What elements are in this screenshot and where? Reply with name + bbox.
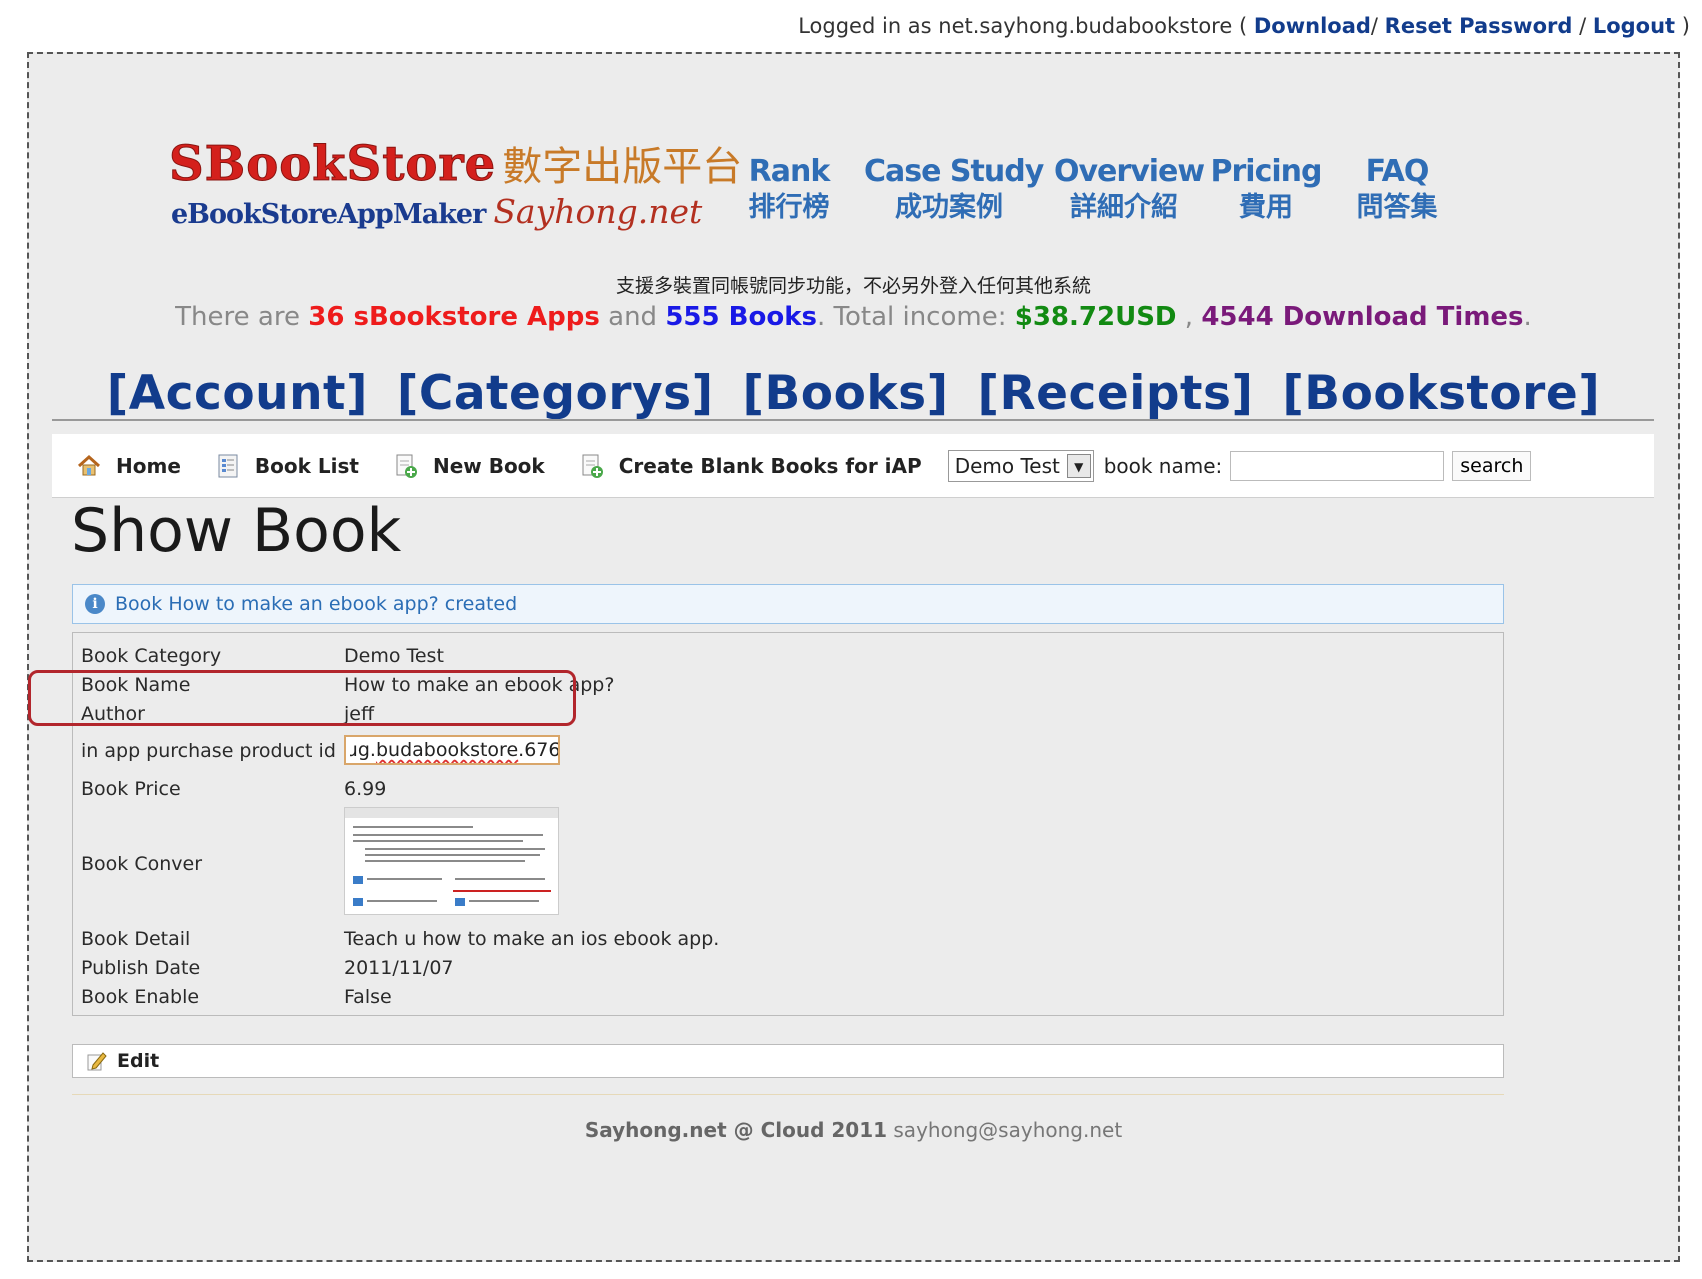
category-selected: Demo Test: [954, 453, 1060, 478]
create-blank-link[interactable]: Create Blank Books for iAP: [579, 453, 922, 479]
nav-faq-label-zh: 問答集: [1356, 192, 1438, 223]
menu-divider: [52, 419, 1654, 421]
nav-pricing-label: Pricing: [1210, 154, 1323, 189]
book-toolbar: Home Book List New Book Create Blank Boo…: [52, 434, 1654, 498]
detail-label: Book Price: [81, 778, 181, 800]
logo-domain: Sayhong.net: [493, 192, 703, 231]
paren-open: (: [1238, 14, 1248, 38]
menu-account[interactable]: [Account]: [107, 366, 368, 421]
logout-link[interactable]: Logout: [1593, 14, 1675, 38]
download-link[interactable]: Download: [1254, 14, 1371, 38]
logo-subtitle: eBookStoreAppMaker: [171, 199, 486, 230]
stats-income-label: . Total income:: [816, 302, 1007, 332]
logo-title-zh: 數字出版平台: [502, 144, 743, 190]
site-logo[interactable]: SBookStore 數字出版平台 eBookStoreAppMaker Sayho…: [168, 134, 789, 234]
iap-id-prefix: ɹg.: [350, 739, 376, 761]
home-label: Home: [116, 453, 181, 478]
home-link[interactable]: Home: [76, 453, 181, 479]
slash-sep: /: [1370, 14, 1378, 38]
detail-value: 2011/11/07: [344, 957, 454, 979]
nav-rank[interactable]: Rank 排行榜: [734, 154, 844, 226]
info-icon: i: [85, 594, 105, 614]
login-bar: Logged in as net.sayhong.budabookstore (…: [798, 14, 1690, 38]
footer-brand: Sayhong.net @ Cloud 2011: [584, 1118, 888, 1142]
nav-faq[interactable]: FAQ 問答集: [1347, 154, 1447, 226]
main-menu: [Account] [Categorys] [Books] [Receipts]…: [29, 366, 1678, 421]
nav-overview-label-zh: 詳細介紹: [1070, 192, 1178, 223]
edit-label: Edit: [117, 1050, 160, 1072]
detail-label: Book Category: [81, 645, 222, 667]
nav-pricing[interactable]: Pricing 費用: [1206, 154, 1326, 226]
nav-pricing-label-zh: 費用: [1239, 192, 1293, 223]
dropdown-arrow-icon: ▼: [1066, 453, 1091, 478]
book-list-link[interactable]: Book List: [215, 453, 359, 479]
create-blank-icon: [579, 453, 605, 479]
nav-case-study-label: Case Study: [864, 154, 1044, 189]
stats-income: $38.72USD: [1014, 302, 1177, 332]
search-button[interactable]: search: [1452, 450, 1532, 481]
menu-receipts[interactable]: [Receipts]: [977, 366, 1253, 421]
footer-email[interactable]: sayhong@sayhong.net: [893, 1118, 1122, 1142]
promo-text-zh: 支援多裝置同帳號同步功能，不必另外登入任何其他系統: [615, 275, 1091, 297]
nav-overview[interactable]: Overview 詳細介紹: [1054, 154, 1205, 226]
detail-label: Book Enable: [81, 986, 200, 1008]
home-icon: [76, 453, 102, 479]
detail-label: in app purchase product id: [81, 740, 336, 762]
iap-product-id-field[interactable]: ɹg.budabookstore.676: [344, 735, 560, 765]
detail-value: Teach u how to make an ios ebook app.: [344, 928, 720, 950]
nav-case-study-label-zh: 成功案例: [895, 192, 1003, 223]
highlight-annotation: [28, 670, 576, 726]
reset-password-link[interactable]: Reset Password: [1385, 14, 1573, 38]
new-book-link[interactable]: New Book: [393, 453, 545, 479]
stats-books: 555 Books: [665, 302, 817, 332]
footer: Sayhong.net @ Cloud 2011 sayhong@sayhong…: [29, 1118, 1678, 1142]
main-frame: SBookStore 數字出版平台 eBookStoreAppMaker Sayho…: [27, 52, 1680, 1262]
create-blank-label: Create Blank Books for iAP: [618, 453, 922, 478]
iap-id-suffix: .676: [518, 739, 560, 761]
nav-rank-label-zh: 排行榜: [748, 192, 830, 223]
nav-rank-label: Rank: [748, 154, 831, 189]
login-status: Logged in as net.sayhong.budabookstore: [798, 14, 1233, 38]
edit-button[interactable]: Edit: [72, 1044, 1504, 1078]
stats-prefix: There are: [175, 302, 300, 332]
slash-sep: /: [1579, 14, 1587, 38]
new-book-icon: [393, 453, 419, 479]
site-stats: There are 36 sBookstore Apps and 555 Boo…: [29, 302, 1678, 332]
nav-faq-label: FAQ: [1365, 154, 1430, 189]
book-cover-image: [344, 807, 559, 915]
menu-categorys[interactable]: [Categorys]: [397, 366, 714, 421]
menu-books[interactable]: [Books]: [742, 366, 948, 421]
menu-bookstore[interactable]: [Bookstore]: [1282, 366, 1600, 421]
book-name-label: book name:: [1103, 453, 1223, 478]
category-select[interactable]: Demo Test ▼: [947, 449, 1094, 482]
stats-downloads: 4544 Download Times: [1201, 302, 1524, 332]
paren-close: ): [1681, 14, 1690, 38]
flash-notice: i Book How to make an ebook app? created: [72, 584, 1504, 624]
page-title: Show Book: [71, 496, 402, 566]
stats-apps: 36 sBookstore Apps: [308, 302, 600, 332]
detail-value: Demo Test: [344, 645, 444, 667]
nav-overview-label: Overview: [1054, 154, 1205, 189]
footer-divider: [72, 1094, 1504, 1095]
new-book-label: New Book: [432, 453, 545, 478]
edit-pencil-icon: [85, 1050, 107, 1072]
detail-label: Book Conver: [81, 853, 203, 875]
logo-title: SBookStore: [168, 136, 497, 193]
nav-case-study[interactable]: Case Study 成功案例: [864, 154, 1044, 226]
book-list-icon: [215, 453, 241, 479]
detail-label: Publish Date: [81, 957, 201, 979]
notice-text: Book How to make an ebook app? created: [115, 593, 518, 615]
book-name-input[interactable]: [1230, 450, 1445, 481]
book-list-label: Book List: [254, 453, 359, 478]
detail-value: False: [344, 986, 392, 1008]
stats-and: and: [608, 302, 658, 332]
detail-label: Book Detail: [81, 928, 191, 950]
stats-comma: ,: [1184, 302, 1194, 332]
iap-id-middle: budabookstore: [375, 739, 519, 761]
stats-period: .: [1523, 302, 1532, 332]
detail-value: 6.99: [344, 778, 387, 800]
